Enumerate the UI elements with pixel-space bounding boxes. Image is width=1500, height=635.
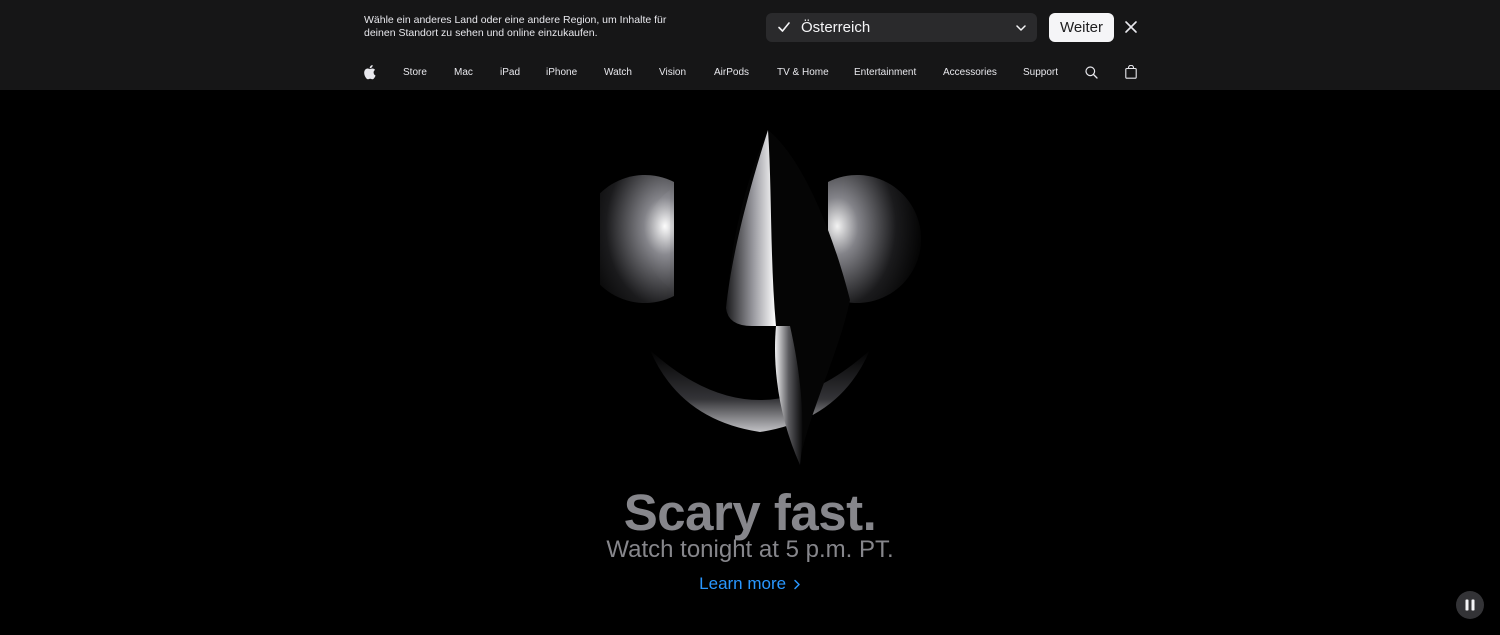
hero-subhead: Watch tonight at 5 p.m. PT. xyxy=(606,536,894,563)
chevron-right-icon xyxy=(794,579,800,590)
close-icon xyxy=(1125,21,1137,33)
close-banner-button[interactable] xyxy=(1122,18,1140,36)
nav-item-vision[interactable]: Vision xyxy=(659,55,686,90)
chevron-down-icon xyxy=(1016,25,1026,31)
nav-item-airpods[interactable]: AirPods xyxy=(714,55,749,90)
nav-item-ipad[interactable]: iPad xyxy=(500,55,520,90)
nav-item-tv-home[interactable]: TV & Home xyxy=(777,55,829,90)
region-select[interactable]: Österreich xyxy=(766,13,1037,42)
nav-item-support[interactable]: Support xyxy=(1023,55,1058,90)
hero-section: Scary fast. Watch tonight at 5 p.m. PT. … xyxy=(0,90,1500,635)
global-nav: Store Mac iPad iPhone Watch Vision AirPo… xyxy=(0,55,1500,90)
nav-item-entertainment[interactable]: Entertainment xyxy=(854,55,916,90)
locale-banner: Wähle ein anderes Land oder eine andere … xyxy=(0,0,1500,55)
shopping-bag-icon[interactable] xyxy=(1125,65,1137,79)
learn-more-label: Learn more xyxy=(699,574,787,593)
nav-item-iphone[interactable]: iPhone xyxy=(546,55,577,90)
learn-more-link[interactable]: Learn more xyxy=(699,574,801,593)
nav-item-accessories[interactable]: Accessories xyxy=(943,55,997,90)
learn-more-row: Learn more xyxy=(0,574,1500,594)
search-icon[interactable] xyxy=(1085,66,1098,79)
region-select-value: Österreich xyxy=(801,19,871,36)
locale-message: Wähle ein anderes Land oder eine andere … xyxy=(364,14,667,39)
checkmark-icon xyxy=(778,22,790,32)
continue-button[interactable]: Weiter xyxy=(1049,13,1114,42)
pause-icon xyxy=(1465,599,1475,611)
nav-item-watch[interactable]: Watch xyxy=(604,55,632,90)
apple-logo-icon[interactable] xyxy=(363,64,376,80)
nav-item-mac[interactable]: Mac xyxy=(454,55,473,90)
finder-face-icon xyxy=(600,130,922,465)
pause-video-button[interactable] xyxy=(1456,591,1484,619)
nav-item-store[interactable]: Store xyxy=(403,55,427,90)
hero-headline: Scary fast. xyxy=(623,484,877,541)
